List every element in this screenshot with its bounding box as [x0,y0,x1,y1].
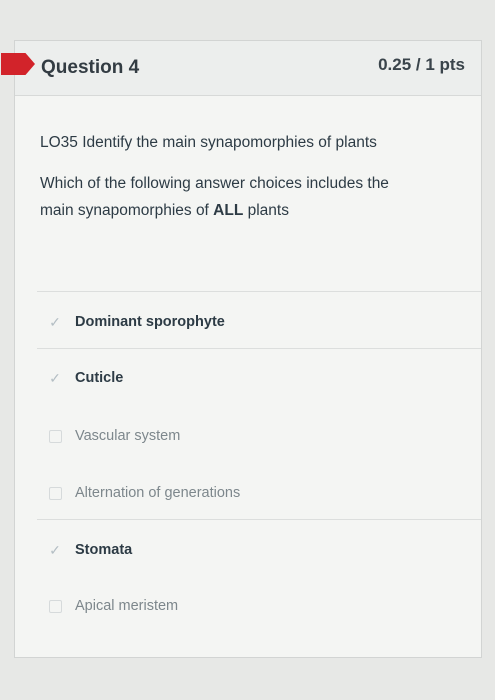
divider [37,519,481,520]
option-label: Dominant sporophyte [75,314,225,330]
option-label: Stomata [75,542,133,558]
question-text-suffix: plants [243,202,289,219]
answer-option[interactable]: ✓ Dominant sporophyte [45,307,471,337]
checkmark-icon: ✓ [49,541,61,558]
checkmark-icon: ✓ [49,313,61,330]
checkbox-icon [45,484,65,502]
option-label: Alternation of generations [75,485,241,501]
answer-option[interactable]: Vascular system [45,421,471,451]
question-title: Question 4 [41,57,140,78]
divider [37,291,481,292]
option-label: Cuticle [75,370,124,386]
divider [37,348,481,349]
question-card: Question 4 0.25 / 1 pts LO35 Identify th… [1,40,482,658]
answer-option[interactable]: ✓ Cuticle [45,363,471,393]
question-text-line-1: Which of the following answer choices in… [40,175,389,192]
option-label: Vascular system [75,428,181,444]
question-text-emphasis: ALL [213,202,244,219]
question-points: 0.25 / 1 pts [378,55,465,74]
checkbox-icon [45,427,65,445]
question-text-line-2: main synapomorphies of ALL plants [40,202,289,220]
answer-option[interactable]: ✓ Stomata [45,535,471,565]
answer-option[interactable]: Alternation of generations [45,478,471,508]
flag-icon[interactable] [1,53,35,75]
answer-option[interactable]: Apical meristem [45,591,471,621]
checkbox-icon [45,597,65,615]
option-label: Apical meristem [75,598,179,614]
checkmark-icon: ✓ [49,369,61,386]
question-header: Question 4 0.25 / 1 pts [1,41,481,96]
learning-objective: LO35 Identify the main synapomorphies of… [40,134,377,151]
question-text-prefix: main synapomorphies of [40,202,214,219]
